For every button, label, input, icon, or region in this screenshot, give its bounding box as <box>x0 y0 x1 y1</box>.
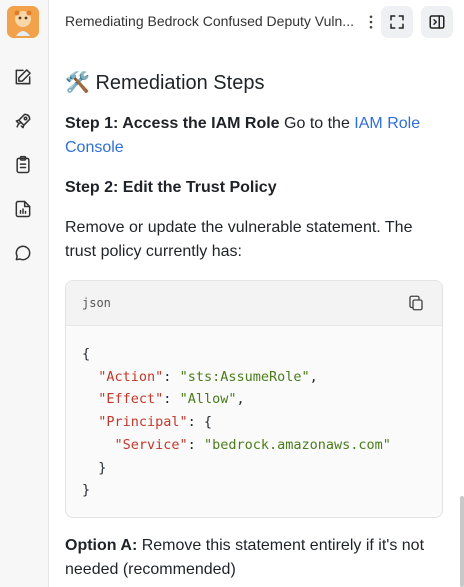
toggle-panel-button[interactable] <box>421 6 453 38</box>
code-value: "sts:AssumeRole" <box>179 368 310 385</box>
code-key: "Effect" <box>98 391 164 408</box>
code-line: } <box>82 482 91 499</box>
step-1-label: Step 1: Access the IAM Role <box>65 115 280 132</box>
more-options-icon[interactable] <box>361 12 381 32</box>
rocket-icon[interactable] <box>12 110 34 132</box>
code-language: json <box>82 296 111 310</box>
header: Remediating Bedrock Confused Deputy Vuln… <box>49 0 464 44</box>
edit-icon[interactable] <box>12 66 34 88</box>
description-paragraph: Remove or update the vulnerable statemen… <box>65 219 413 260</box>
option-a-paragraph: Option A: Remove this statement entirely… <box>65 534 441 582</box>
heading-text: Remediation Steps <box>95 72 265 94</box>
app-logo[interactable] <box>7 6 39 38</box>
code-value: "Allow" <box>179 391 237 408</box>
chat-icon[interactable] <box>12 242 34 264</box>
scrollbar[interactable] <box>460 496 464 587</box>
code-key: "Principal" <box>98 414 188 431</box>
fullscreen-button[interactable] <box>381 6 413 38</box>
clipboard-icon[interactable] <box>12 154 34 176</box>
step-1-text: Go to the <box>279 115 355 132</box>
report-icon[interactable] <box>12 198 34 220</box>
step-1-paragraph: Step 1: Access the IAM Role Go to the IA… <box>65 112 441 160</box>
section-heading: 🛠️ Remediation Steps <box>65 70 264 95</box>
code-text: { "Action": "sts:AssumeRole", "Effect": … <box>82 346 391 499</box>
code-value: "bedrock.amazonaws.com" <box>203 436 391 453</box>
copy-icon[interactable] <box>406 293 426 313</box>
step-2-label: Step 2: Edit the Trust Policy <box>65 179 277 196</box>
conversation-title: Remediating Bedrock Confused Deputy Vuln… <box>65 13 354 29</box>
sidebar <box>0 0 49 587</box>
code-key: "Service" <box>114 436 188 453</box>
code-block-header: json <box>66 281 442 326</box>
code-block: json { "Action": "sts:AssumeRole", "Effe… <box>65 280 443 518</box>
sidebar-panel-icon <box>429 15 445 29</box>
tools-emoji: 🛠️ <box>65 72 90 94</box>
option-a-label: Option A: <box>65 537 138 554</box>
code-key: "Action" <box>98 368 164 385</box>
code-line: } <box>98 459 107 476</box>
expand-icon <box>390 15 404 29</box>
code-line: { <box>82 346 91 362</box>
step-2-paragraph: Step 2: Edit the Trust Policy <box>65 176 441 200</box>
